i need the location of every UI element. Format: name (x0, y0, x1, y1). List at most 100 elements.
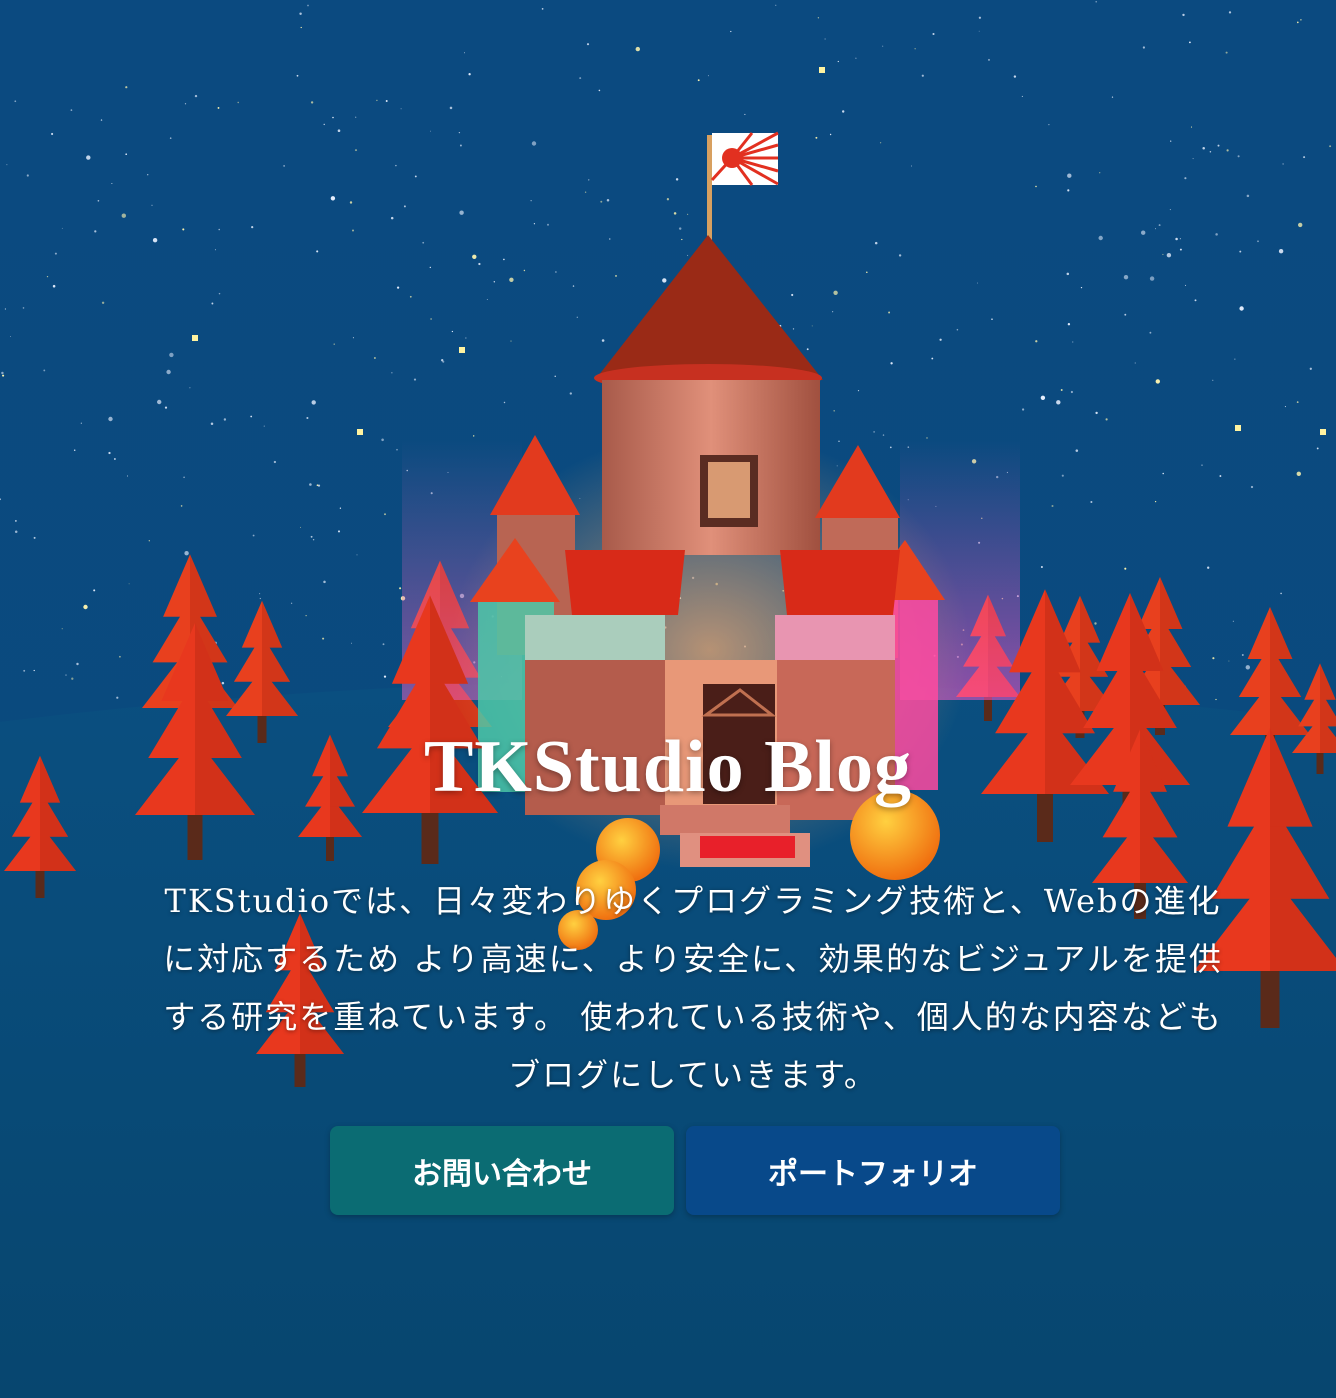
star (939, 338, 942, 341)
star (311, 400, 316, 405)
star (531, 141, 537, 146)
star (108, 451, 111, 455)
star (1245, 665, 1251, 670)
star (459, 144, 462, 147)
star (2, 374, 5, 377)
star (1207, 566, 1210, 569)
star (317, 484, 321, 487)
star (52, 284, 56, 288)
star (157, 399, 162, 405)
star (180, 505, 183, 507)
star (1226, 149, 1229, 152)
star (503, 258, 505, 261)
star (184, 551, 189, 556)
star (976, 282, 978, 284)
star (14, 530, 18, 534)
star (1217, 144, 1220, 147)
star (396, 286, 400, 289)
star (373, 357, 376, 359)
star (383, 675, 387, 678)
star (430, 130, 432, 132)
star (306, 416, 309, 420)
star (1241, 654, 1244, 656)
contact-button-label: お問い合わせ (412, 1156, 592, 1192)
star (569, 392, 572, 395)
star (151, 204, 153, 206)
contact-button[interactable]: お問い合わせ (330, 1126, 674, 1215)
star (259, 597, 261, 600)
star (1141, 230, 1146, 235)
star (1175, 237, 1178, 241)
star (352, 337, 354, 339)
star (588, 179, 590, 181)
star (330, 196, 336, 201)
star (382, 643, 385, 646)
star (125, 153, 128, 156)
star (1215, 698, 1217, 701)
star (80, 422, 82, 424)
star (888, 311, 891, 314)
star (1239, 306, 1244, 311)
star (355, 116, 357, 118)
star (33, 669, 35, 672)
star (127, 475, 128, 477)
star (1234, 358, 1236, 360)
star (472, 254, 477, 259)
star (493, 281, 495, 283)
star (833, 290, 838, 295)
star (14, 100, 17, 103)
star (290, 602, 293, 604)
star (414, 175, 417, 178)
star (349, 201, 353, 204)
star (678, 227, 682, 230)
star (422, 241, 425, 244)
star (615, 274, 617, 277)
star (128, 583, 130, 585)
star (307, 4, 309, 7)
star (61, 628, 63, 630)
star (1184, 177, 1187, 180)
star (837, 60, 839, 63)
star (23, 669, 26, 672)
star (1239, 250, 1242, 253)
star (15, 520, 17, 522)
star (838, 440, 840, 442)
star (381, 438, 384, 442)
star (1021, 95, 1023, 97)
star (866, 271, 868, 273)
star (584, 191, 587, 193)
star (1066, 272, 1070, 276)
star (857, 390, 860, 392)
star (541, 8, 544, 10)
star (1099, 172, 1101, 174)
star (459, 347, 465, 353)
star (1228, 660, 1230, 662)
star (4, 308, 6, 310)
star (400, 108, 402, 110)
star (1237, 155, 1240, 158)
star (108, 416, 113, 422)
star (1111, 96, 1114, 98)
star (1298, 222, 1303, 228)
star (310, 535, 313, 538)
star (70, 109, 73, 111)
star (1154, 500, 1157, 503)
star (1278, 249, 1284, 254)
star (166, 369, 171, 375)
star (1201, 464, 1203, 466)
star (1316, 447, 1319, 450)
star (1182, 13, 1185, 17)
star (259, 593, 261, 595)
star (510, 340, 512, 342)
star (817, 17, 820, 19)
star (1169, 209, 1171, 211)
star (1202, 147, 1205, 150)
page-title: TKStudio Blog (423, 726, 912, 808)
star (223, 418, 227, 421)
star (686, 213, 689, 216)
star (1142, 46, 1146, 49)
portfolio-button[interactable]: ポートフォリオ (686, 1126, 1060, 1215)
star (921, 74, 924, 77)
star (86, 155, 91, 160)
star (1209, 151, 1212, 153)
